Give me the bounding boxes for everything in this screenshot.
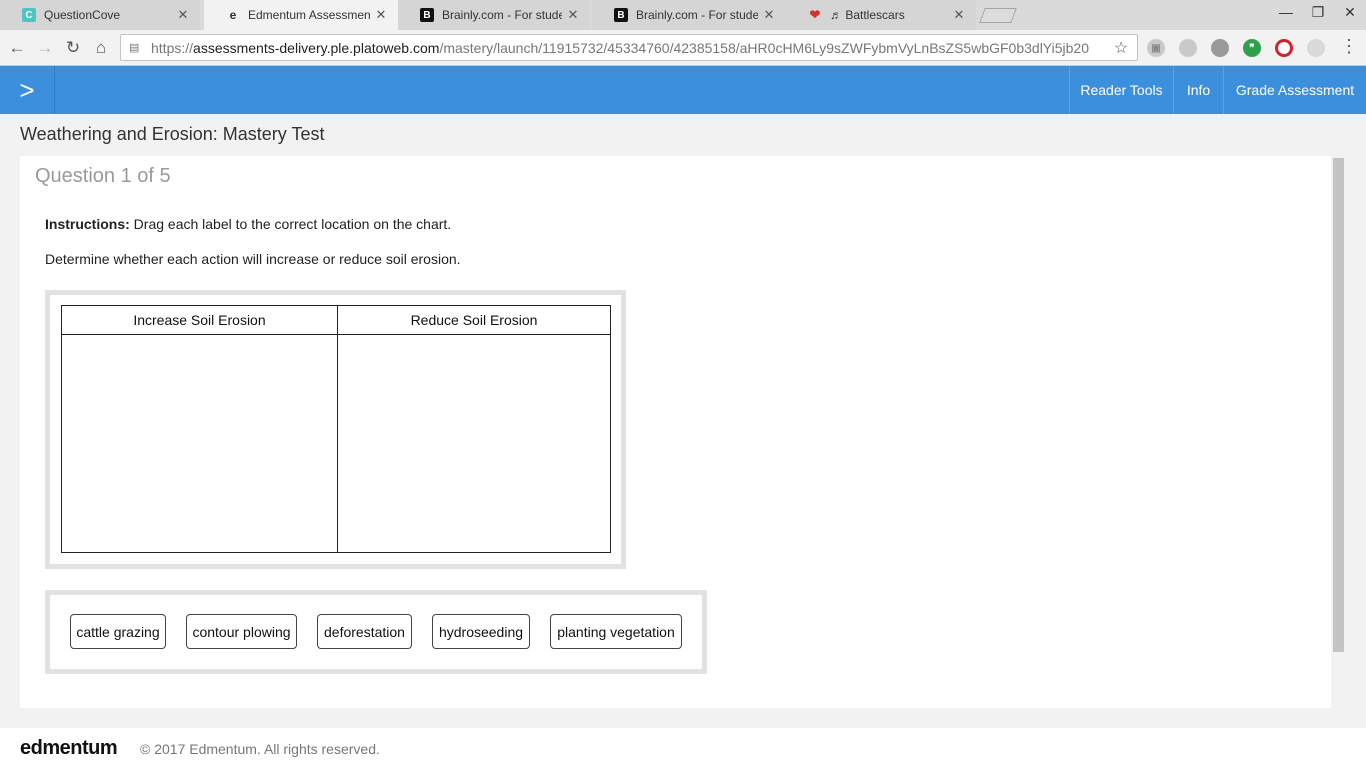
- browser-toolbar: ← → ↻ ⌂ ▤ https://assessments-delivery.p…: [0, 30, 1366, 66]
- dropzone-reduce[interactable]: [338, 335, 610, 552]
- grade-assessment-link[interactable]: Grade Assessment: [1223, 66, 1366, 114]
- tab-strip: C QuestionCove ✕ e Edmentum Assessments …: [0, 0, 1366, 30]
- copyright-text: © 2017 Edmentum. All rights reserved.: [140, 741, 380, 757]
- iheartradio-icon: ❤: [809, 7, 821, 22]
- sorting-chart: Increase Soil Erosion Reduce Soil Erosio…: [61, 305, 611, 553]
- tab-edmentum[interactable]: e Edmentum Assessments ✕: [204, 0, 398, 30]
- back-icon[interactable]: ←: [6, 37, 28, 59]
- edmentum-logo: edmentum: [20, 737, 118, 759]
- opera-icon[interactable]: [1275, 39, 1293, 57]
- questioncove-icon: C: [22, 8, 36, 22]
- drag-label-cattle-grazing[interactable]: cattle grazing: [70, 614, 166, 649]
- tab-title: Edmentum Assessments: [248, 8, 370, 22]
- dropzone-increase[interactable]: [62, 335, 337, 552]
- reader-tools-link[interactable]: Reader Tools: [1069, 66, 1173, 114]
- brainly-icon: B: [614, 8, 628, 22]
- drag-label-planting-vegetation[interactable]: planting vegetation: [550, 614, 682, 649]
- extension-icon[interactable]: [1179, 39, 1197, 57]
- edmentum-icon: e: [229, 8, 237, 22]
- hangouts-icon[interactable]: ❞: [1243, 39, 1261, 57]
- url-path: /mastery/launch/11915732/45334760/423851…: [439, 39, 1089, 56]
- page-info-icon[interactable]: ▤: [129, 41, 143, 54]
- chart-column: Increase Soil Erosion: [62, 306, 338, 552]
- tab-title: ♬ Battlescars: [830, 8, 905, 22]
- question-prompt: Determine whether each action will incre…: [45, 251, 461, 267]
- instructions: Instructions: Drag each label to the cor…: [45, 216, 451, 232]
- restore-icon[interactable]: ❐: [1308, 4, 1328, 21]
- close-window-icon[interactable]: ✕: [1340, 4, 1360, 21]
- address-bar[interactable]: ▤ https://assessments-delivery.ple.plato…: [120, 34, 1138, 61]
- chart-column: Reduce Soil Erosion: [338, 306, 610, 552]
- tab-brainly-1[interactable]: B Brainly.com - For students ✕: [398, 0, 590, 30]
- tab-brainly-2[interactable]: B Brainly.com - For students ✕: [592, 0, 786, 30]
- drag-label-deforestation[interactable]: deforestation: [317, 614, 412, 649]
- close-icon[interactable]: ✕: [952, 7, 966, 23]
- url-scheme: https://: [151, 39, 194, 56]
- extension-icon[interactable]: ▣: [1147, 39, 1165, 57]
- browser-menu-icon[interactable]: ⋮: [1340, 36, 1358, 57]
- chevron-right-icon[interactable]: >: [0, 66, 55, 114]
- brainly-icon: B: [420, 8, 434, 22]
- drag-label-hydroseeding[interactable]: hydroseeding: [432, 614, 530, 649]
- close-icon[interactable]: ✕: [566, 7, 580, 23]
- instructions-label: Instructions:: [45, 216, 130, 232]
- column-header-reduce: Reduce Soil Erosion: [338, 306, 610, 335]
- tab-title: Brainly.com - For students: [636, 8, 758, 22]
- url-host: assessments-delivery.ple.platoweb.com: [193, 39, 440, 56]
- tab-battlescars[interactable]: ❤ ♬ Battlescars ✕: [786, 0, 976, 30]
- extension-icon[interactable]: [1307, 39, 1325, 57]
- forward-icon[interactable]: →: [34, 37, 56, 59]
- drag-label-contour-plowing[interactable]: contour plowing: [186, 614, 297, 649]
- page-title: Weathering and Erosion: Mastery Test: [20, 124, 325, 144]
- question-number: Question 1 of 5: [35, 165, 171, 187]
- close-icon[interactable]: ✕: [176, 7, 190, 23]
- bookmark-star-icon[interactable]: ☆: [1111, 38, 1131, 58]
- reload-icon[interactable]: ↻: [62, 37, 84, 59]
- home-icon[interactable]: ⌂: [90, 37, 112, 59]
- instructions-text: Drag each label to the correct location …: [129, 216, 452, 232]
- new-tab-button[interactable]: [979, 8, 1017, 23]
- page-footer: edmentum © 2017 Edmentum. All rights res…: [0, 728, 1366, 768]
- url-text[interactable]: https://assessments-delivery.ple.platowe…: [151, 40, 1111, 56]
- app-header: > Reader Tools Info Grade Assessment: [0, 66, 1366, 114]
- tab-title: QuestionCove: [44, 8, 121, 22]
- tab-questioncove[interactable]: C QuestionCove ✕: [0, 0, 200, 30]
- tab-title: Brainly.com - For students: [442, 8, 562, 22]
- extension-icon[interactable]: [1211, 39, 1229, 57]
- info-link[interactable]: Info: [1173, 66, 1223, 114]
- column-header-increase: Increase Soil Erosion: [62, 306, 337, 335]
- close-icon[interactable]: ✕: [762, 7, 776, 23]
- scrollbar[interactable]: [1333, 158, 1344, 652]
- minimize-icon[interactable]: —: [1276, 4, 1296, 20]
- close-icon[interactable]: ✕: [374, 7, 388, 23]
